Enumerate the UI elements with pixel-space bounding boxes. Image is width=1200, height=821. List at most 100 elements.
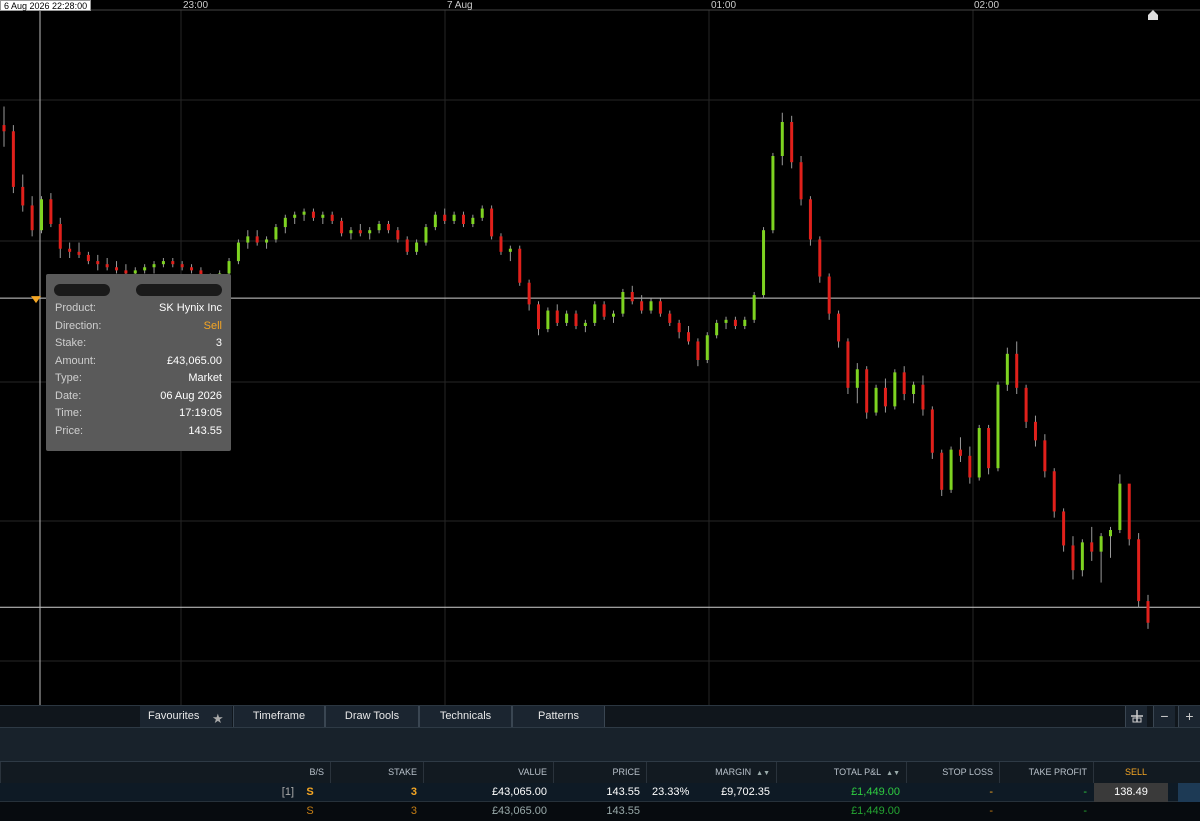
candle-body (424, 227, 428, 243)
candle-body (255, 236, 259, 243)
candle-body (536, 304, 540, 330)
candle-body (443, 214, 447, 221)
candle-body (968, 455, 972, 478)
candle-body (640, 301, 644, 311)
position-row-summary[interactable]: [1] S 3 £43,065.00 143.55 23.33% £9,702.… (0, 783, 1200, 802)
sort-icon[interactable]: ▲▼ (886, 770, 900, 777)
col-header-take-profit[interactable]: TAKE PROFIT (999, 762, 1093, 783)
layout-tools-button[interactable] (1125, 706, 1147, 727)
col-header-margin-label: MARGIN (715, 767, 752, 777)
candle-body (68, 248, 72, 252)
candle-body (687, 332, 691, 342)
favourites-button[interactable]: Favourites ★ (140, 706, 232, 727)
tooltip-value: 3 (215, 337, 222, 349)
candle-body (349, 230, 353, 234)
tooltip-row-time: Time: 17:19:05 (55, 407, 222, 424)
col-header-bs[interactable]: B/S (0, 762, 330, 783)
candle-body (433, 214, 437, 228)
candle-body (1146, 601, 1150, 623)
candle-body (40, 199, 44, 231)
candle-body (668, 313, 672, 323)
candle-body (555, 310, 559, 323)
position-total-pl: £1,449.00 (851, 786, 900, 798)
row-action-edge[interactable] (1178, 783, 1200, 802)
positions-table-header: B/S STAKE VALUE PRICE MARGIN ▲▼ TOTAL P&L… (0, 762, 1200, 783)
candle-body (1015, 353, 1019, 388)
candle-body (30, 205, 34, 231)
redacted-block (136, 284, 222, 296)
candle-body (621, 292, 625, 314)
patterns-button[interactable]: Patterns (512, 706, 605, 727)
expand-panel-button[interactable]: + (1178, 706, 1200, 727)
time-axis-label: 7 Aug (447, 0, 473, 11)
candle-body (302, 211, 306, 215)
candle-body (724, 319, 728, 323)
collapse-panel-button[interactable]: − (1153, 706, 1175, 727)
tooltip-row-direction: Direction: Sell (55, 320, 222, 337)
timeframe-button[interactable]: Timeframe (233, 706, 325, 727)
candle-body (790, 122, 794, 163)
candle-body (58, 224, 62, 249)
candle-body (762, 230, 766, 296)
candle-body (658, 301, 662, 314)
candle-body (996, 384, 1000, 469)
candle-body (368, 230, 372, 234)
candle-body (808, 199, 812, 240)
col-header-total-pl[interactable]: TOTAL P&L ▲▼ (776, 762, 906, 783)
col-header-price[interactable]: PRICE (553, 762, 646, 783)
time-axis-label: 23:00 (183, 0, 209, 11)
col-header-margin[interactable]: MARGIN ▲▼ (646, 762, 776, 783)
tooltip-value: Sell (203, 319, 222, 332)
price-chart[interactable]: 6 Aug 2026 22:28:00 23:00 7 Aug 01:00 02… (0, 0, 1200, 705)
candle-body (593, 304, 597, 323)
candle-body (386, 224, 390, 231)
time-axis-label: 01:00 (711, 0, 737, 11)
candle-body (490, 208, 494, 237)
candle-body (1137, 539, 1141, 602)
position-stake: 3 (410, 786, 417, 798)
col-header-value[interactable]: VALUE (423, 762, 553, 783)
candle-body (912, 384, 916, 394)
candle-body (958, 449, 962, 456)
candle-body (715, 322, 719, 336)
tooltip-row-date: Date: 06 Aug 2026 (55, 390, 222, 407)
candle-body (330, 214, 334, 221)
position-take-profit[interactable]: - (999, 783, 1093, 802)
candle-body (77, 251, 81, 255)
technicals-button[interactable]: Technicals (419, 706, 512, 727)
position-margin: £9,702.35 (721, 786, 770, 798)
candle-body (265, 239, 269, 243)
candle-body (171, 261, 175, 265)
col-header-stake[interactable]: STAKE (330, 762, 423, 783)
positions-table: B/S STAKE VALUE PRICE MARGIN ▲▼ TOTAL P&L… (0, 762, 1200, 821)
candle-body (1043, 440, 1047, 472)
star-icon[interactable]: ★ (212, 708, 224, 729)
candle-body (930, 409, 934, 453)
candle-body (161, 261, 165, 265)
col-header-sell[interactable]: SELL (1093, 762, 1178, 783)
position-margin-percent: 23.33% (652, 786, 690, 798)
candle-body (799, 162, 803, 200)
candle-body (86, 254, 90, 262)
candle-body (705, 335, 709, 360)
candle-body (883, 387, 887, 407)
sort-icon[interactable]: ▲▼ (756, 770, 770, 777)
tooltip-key: Time: (55, 407, 83, 419)
sell-price-button[interactable]: 138.49 (1094, 783, 1168, 802)
col-header-stop-loss[interactable]: STOP LOSS (906, 762, 999, 783)
candle-body (902, 372, 906, 394)
scroll-to-latest-icon[interactable] (1146, 9, 1160, 21)
candle-body (574, 313, 578, 326)
candle-body (630, 292, 634, 302)
tooltip-value: Market (188, 372, 222, 384)
position-stop-loss[interactable]: - (906, 783, 999, 802)
position-stop-loss[interactable]: - (906, 802, 999, 821)
draw-tools-button[interactable]: Draw Tools (325, 706, 419, 727)
position-take-profit[interactable]: - (999, 802, 1093, 821)
position-row[interactable]: S 3 £43,065.00 143.55 £1,449.00 - - (0, 802, 1200, 821)
tooltip-value: SK Hynix Inc (159, 302, 222, 314)
candle-body (949, 449, 953, 490)
candle-body (274, 227, 278, 240)
candle-body (396, 230, 400, 240)
candle-body (1108, 530, 1112, 537)
